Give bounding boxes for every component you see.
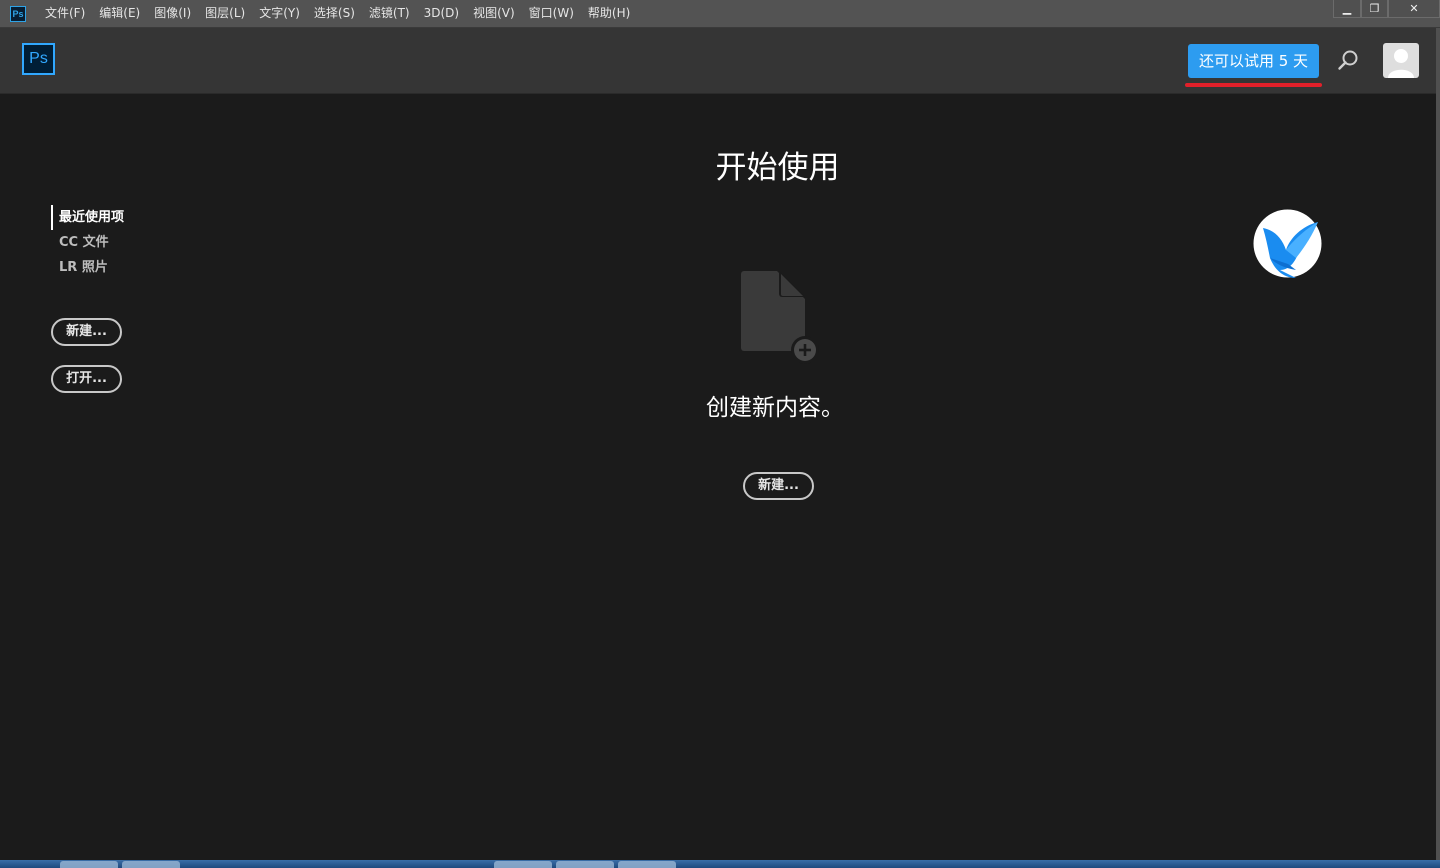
search-icon[interactable] <box>1337 49 1359 71</box>
taskbar-item[interactable] <box>122 861 180 868</box>
menu-view[interactable]: 视图(V) <box>466 0 522 27</box>
menu-items: 文件(F) 编辑(E) 图像(I) 图层(L) 文字(Y) 选择(S) 滤镜(T… <box>38 0 637 27</box>
menu-window[interactable]: 窗口(W) <box>522 0 581 27</box>
photoshop-logo[interactable]: Ps <box>22 43 55 75</box>
taskbar <box>0 860 1440 868</box>
menu-edit[interactable]: 编辑(E) <box>92 0 147 27</box>
menu-select[interactable]: 选择(S) <box>307 0 362 27</box>
sidebar-new-button[interactable]: 新建... <box>51 318 122 346</box>
nav-item-cc-files[interactable]: CC 文件 <box>51 230 124 255</box>
menu-3d[interactable]: 3D(D) <box>417 0 466 27</box>
bird-app-icon[interactable] <box>1252 208 1323 279</box>
create-new-content-text: 创建新内容。 <box>706 395 844 421</box>
taskbar-item[interactable] <box>60 861 118 868</box>
menu-file[interactable]: 文件(F) <box>38 0 92 27</box>
restore-button[interactable]: ❐ <box>1361 0 1388 18</box>
menu-image[interactable]: 图像(I) <box>147 0 198 27</box>
menu-help[interactable]: 帮助(H) <box>581 0 637 27</box>
menu-filter[interactable]: 滤镜(T) <box>362 0 417 27</box>
menu-type[interactable]: 文字(Y) <box>252 0 307 27</box>
app-header: Ps 还可以试用 5 天 <box>0 28 1440 94</box>
sidebar-open-button[interactable]: 打开... <box>51 365 122 393</box>
close-button[interactable]: ✕ <box>1388 0 1440 18</box>
user-avatar-icon <box>1388 49 1414 78</box>
minimize-button[interactable]: ▁ <box>1333 0 1361 18</box>
left-nav: 最近使用项 CC 文件 LR 照片 <box>51 205 124 280</box>
trial-days-button[interactable]: 还可以试用 5 天 <box>1188 44 1319 78</box>
window-controls: ▁ ❐ ✕ <box>1333 0 1440 19</box>
taskbar-item[interactable] <box>494 861 552 868</box>
main-new-button[interactable]: 新建... <box>743 472 814 500</box>
nav-item-recent[interactable]: 最近使用项 <box>51 205 124 230</box>
nav-item-lr-photos[interactable]: LR 照片 <box>51 255 124 280</box>
menu-bar: Ps 文件(F) 编辑(E) 图像(I) 图层(L) 文字(Y) 选择(S) 滤… <box>0 0 1440 28</box>
new-document-icon[interactable] <box>737 268 823 366</box>
photoshop-app-icon[interactable]: Ps <box>10 5 26 22</box>
taskbar-item[interactable] <box>618 861 676 868</box>
user-avatar[interactable] <box>1383 43 1419 78</box>
window-right-border <box>1436 28 1440 860</box>
menu-layer[interactable]: 图层(L) <box>198 0 252 27</box>
taskbar-item[interactable] <box>556 861 614 868</box>
highlight-underline <box>1185 83 1322 87</box>
page-title: 开始使用 <box>715 150 840 186</box>
